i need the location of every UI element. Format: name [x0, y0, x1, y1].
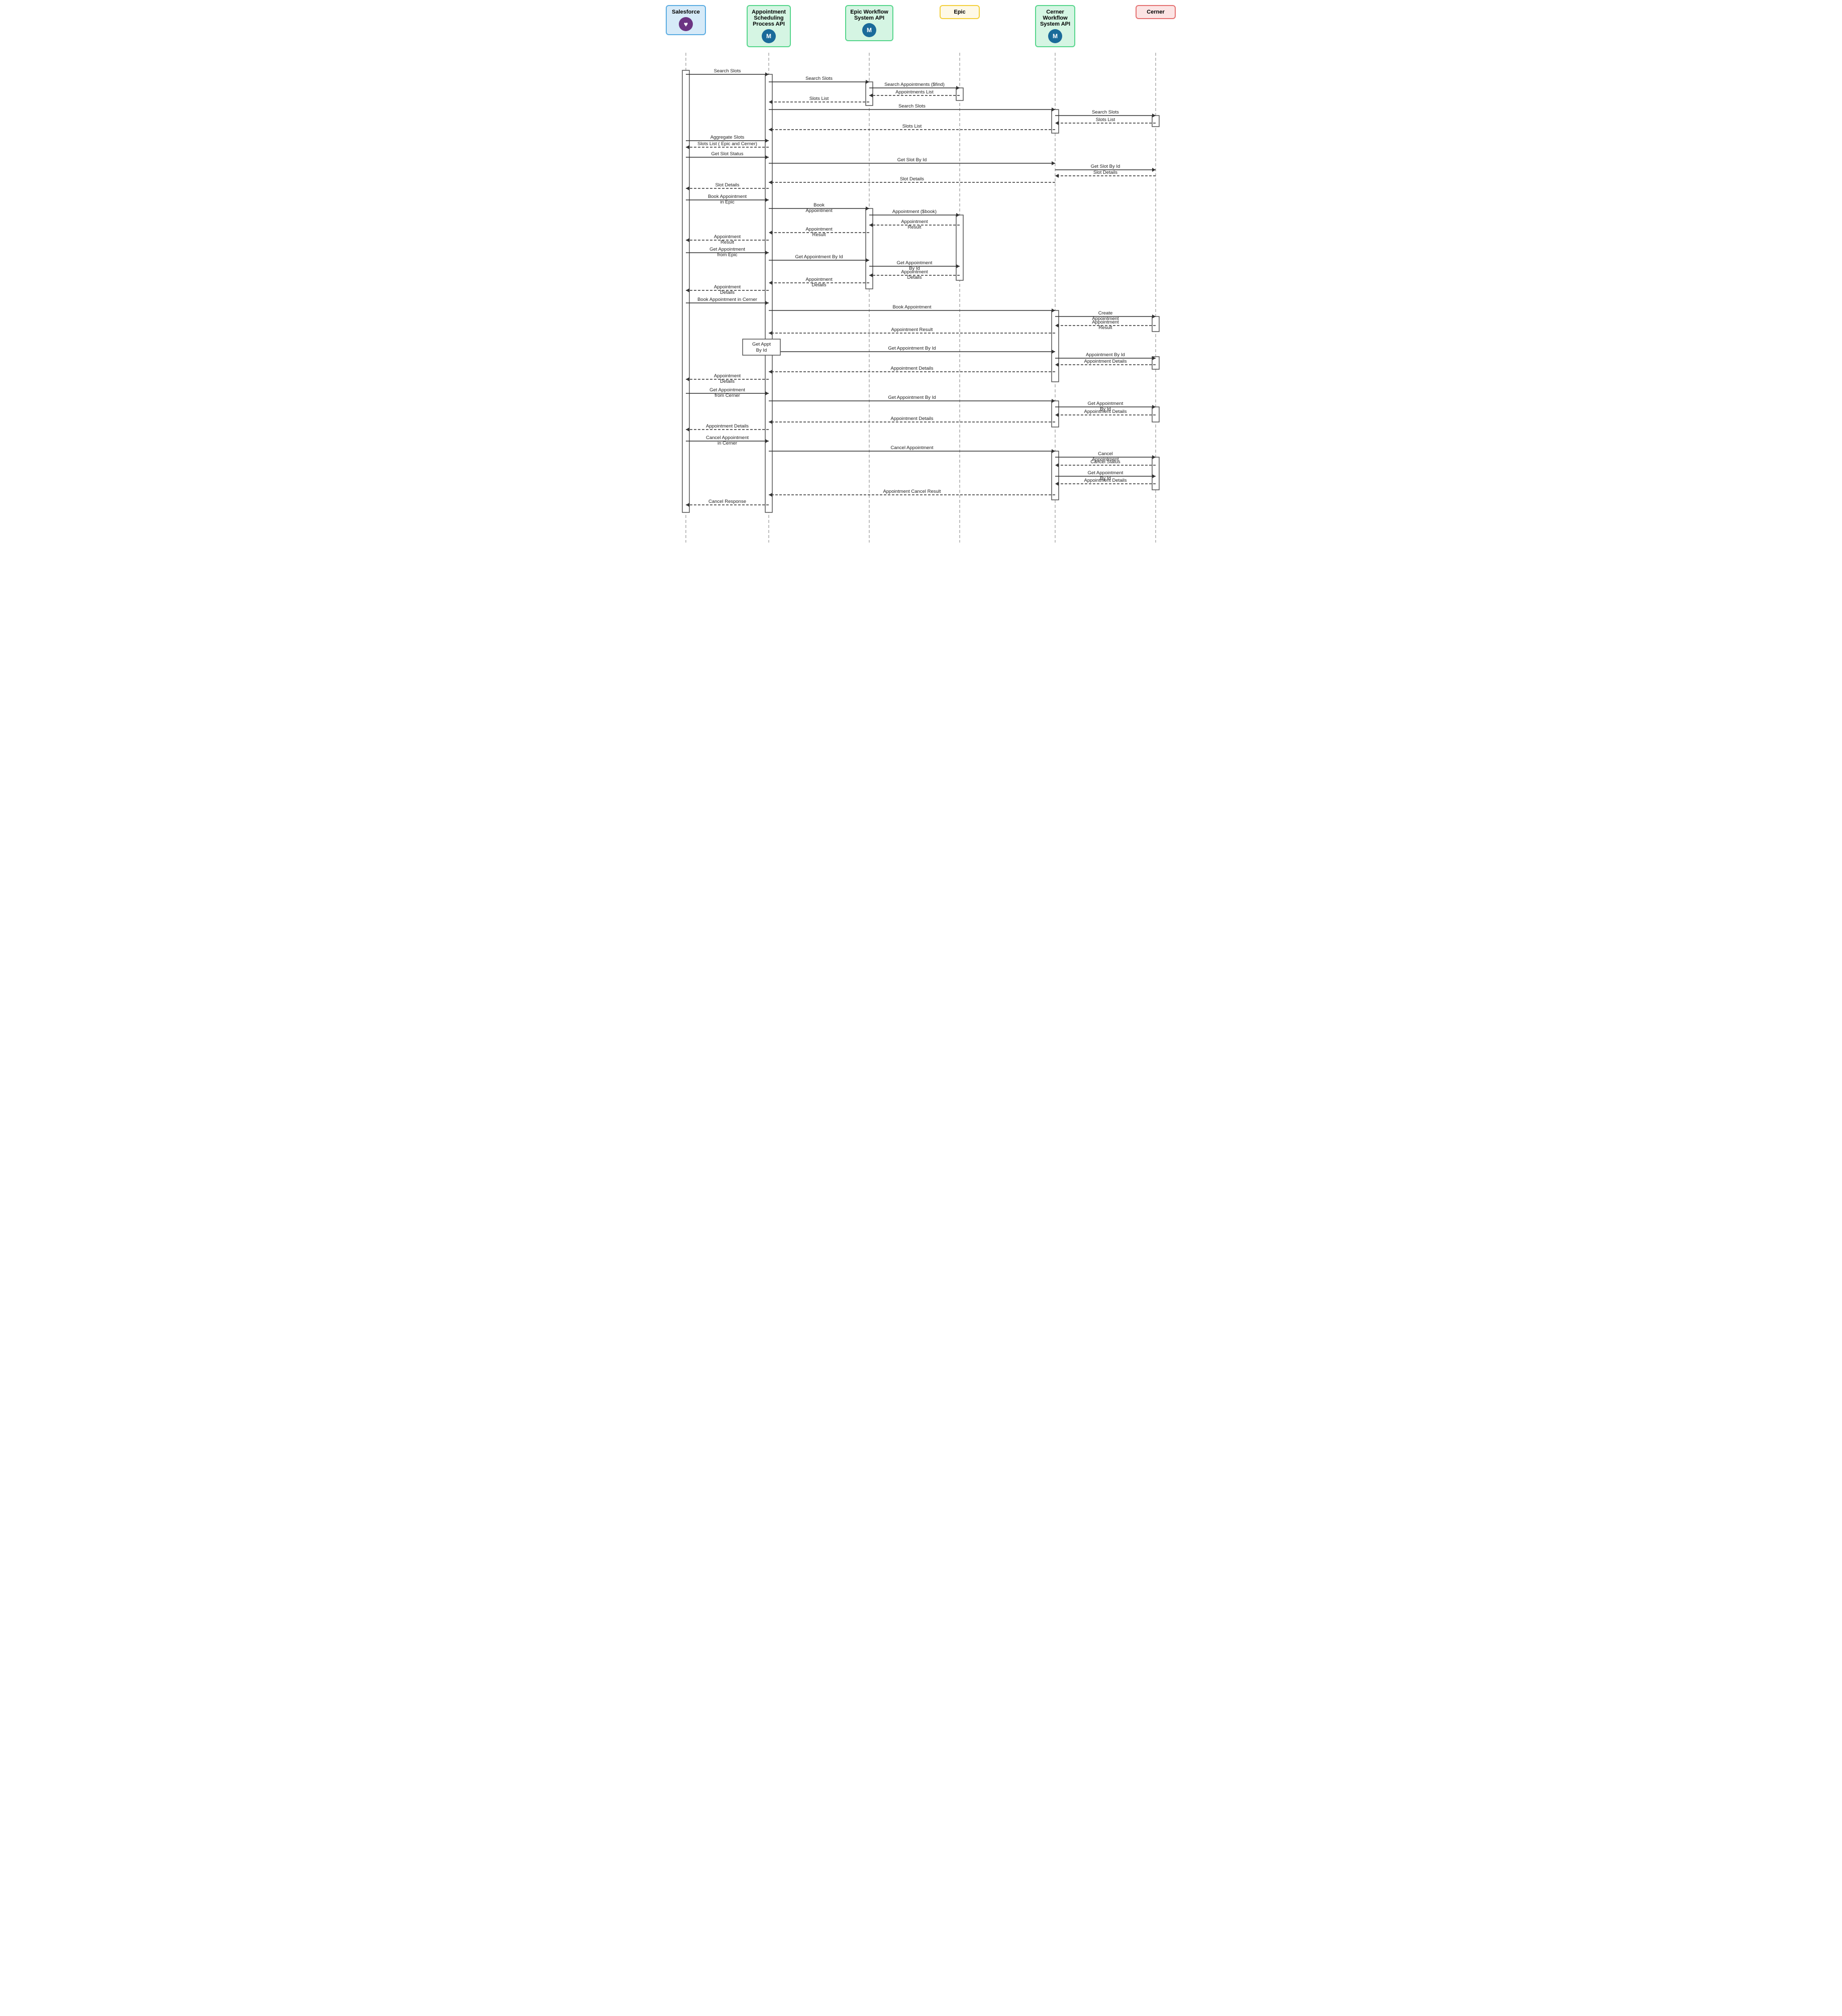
svg-text:Slots List: Slots List	[902, 124, 922, 129]
svg-layer: Search Slots Search Slots Search Appointme…	[645, 0, 1197, 553]
svg-text:Slot Details: Slot Details	[900, 176, 924, 182]
actor-label-sf: Salesforce♥	[666, 5, 706, 35]
svg-text:Appointments List: Appointments List	[895, 89, 934, 95]
svg-text:Slots List: Slots List	[809, 96, 829, 101]
svg-text:Slot Details: Slot Details	[715, 182, 739, 188]
actor-label-cerner: Cerner	[1136, 5, 1176, 19]
svg-text:Slots List ( Epic and Cerner): Slots List ( Epic and Cerner)	[697, 141, 757, 147]
actor-label-epic: Epic	[940, 5, 980, 19]
svg-text:Appointment Details: Appointment Details	[1084, 409, 1127, 414]
svg-text:Cancel Appointment: Cancel Appointment	[890, 445, 933, 451]
actor-label-cwa: Cerner Workflow System APIM	[1035, 5, 1075, 47]
svg-text:Get AppointmentBy Id: Get AppointmentBy Id	[1088, 401, 1123, 412]
actor-label-ewa: Epic Workflow System APIM	[845, 5, 893, 41]
actor-cwa: Cerner Workflow System APIM	[1030, 5, 1080, 47]
svg-text:Search Slots: Search Slots	[714, 68, 741, 74]
svg-text:Book Appointmentin Epic: Book Appointmentin Epic	[708, 194, 747, 205]
svg-text:Get Appointmentfrom Cerner: Get Appointmentfrom Cerner	[709, 387, 745, 398]
svg-text:CreateAppointment: CreateAppointment	[1092, 310, 1119, 322]
svg-text:AppointmentResult: AppointmentResult	[805, 227, 833, 238]
svg-text:Get Appointment By Id: Get Appointment By Id	[888, 395, 936, 400]
sequence-diagram: Search Slots Search Slots Search Appointme…	[645, 0, 1197, 553]
svg-text:Slots List: Slots List	[1096, 117, 1115, 123]
svg-text:CancelAppointment: CancelAppointment	[1092, 451, 1119, 462]
actor-epic: Epic	[935, 5, 985, 19]
svg-text:Appointment By Id: Appointment By Id	[1086, 352, 1125, 358]
svg-text:Slot Details: Slot Details	[1093, 170, 1117, 175]
svg-text:Search Slots: Search Slots	[1092, 110, 1119, 115]
svg-text:Appointment Cancel Result: Appointment Cancel Result	[883, 489, 941, 494]
svg-text:Appointment Details: Appointment Details	[706, 423, 749, 429]
actor-sf: Salesforce♥	[661, 5, 711, 35]
svg-text:Cancel Status: Cancel Status	[1090, 459, 1120, 465]
svg-text:By Id: By Id	[756, 348, 767, 353]
svg-text:Get Slot Status: Get Slot Status	[711, 151, 744, 157]
svg-text:Book Appointment in Cerner: Book Appointment in Cerner	[697, 297, 757, 302]
svg-text:Get Appointmentfrom Epic: Get Appointmentfrom Epic	[709, 247, 745, 258]
svg-text:Cancel Response: Cancel Response	[708, 499, 746, 504]
svg-text:AppointmentResult: AppointmentResult	[714, 234, 741, 245]
svg-text:Get Slot By Id: Get Slot By Id	[897, 157, 927, 163]
svg-text:Get Appointment By Id: Get Appointment By Id	[888, 346, 936, 351]
svg-text:AppointmentDetails: AppointmentDetails	[805, 277, 833, 288]
svg-text:AppointmentDetails: AppointmentDetails	[901, 269, 928, 280]
actor-ewa: Epic Workflow System APIM	[844, 5, 894, 41]
actor-label-asp: Appointment Scheduling Process APIM	[747, 5, 791, 47]
svg-text:Get Slot By Id: Get Slot By Id	[1091, 164, 1120, 169]
actor-icon-cwa: M	[1048, 29, 1062, 43]
svg-text:AppointmentDetails: AppointmentDetails	[714, 284, 741, 295]
svg-text:Aggregate Slots: Aggregate Slots	[710, 135, 745, 140]
svg-text:Appointment Details: Appointment Details	[890, 366, 933, 371]
svg-text:Appointment Details: Appointment Details	[1084, 359, 1127, 364]
svg-text:Appointment Details: Appointment Details	[890, 416, 933, 421]
svg-text:Search Slots: Search Slots	[898, 103, 926, 109]
svg-text:Search Appointments ($find): Search Appointments ($find)	[884, 82, 945, 87]
svg-text:Search Slots: Search Slots	[805, 76, 833, 81]
actor-cerner: Cerner	[1131, 5, 1181, 19]
svg-text:Cancel Appointmentin Cerner: Cancel Appointmentin Cerner	[706, 435, 749, 446]
svg-text:AppointmentResult: AppointmentResult	[1092, 320, 1119, 331]
svg-text:BookAppointment: BookAppointment	[805, 202, 833, 214]
svg-text:Get AppointmentBy Id: Get AppointmentBy Id	[1088, 470, 1123, 481]
svg-text:Appointment ($book): Appointment ($book)	[892, 209, 937, 215]
actor-icon-sf: ♥	[679, 17, 693, 31]
svg-text:Get Appointment By Id: Get Appointment By Id	[795, 254, 843, 260]
actor-asp: Appointment Scheduling Process APIM	[744, 5, 794, 47]
svg-text:Get AppointmentBy Id: Get AppointmentBy Id	[897, 260, 933, 271]
actor-icon-ewa: M	[862, 23, 876, 37]
actor-icon-asp: M	[762, 29, 776, 43]
svg-text:Get Appt: Get Appt	[752, 342, 771, 347]
svg-text:AppointmentResult: AppointmentResult	[901, 219, 928, 230]
svg-text:Book Appointment: Book Appointment	[892, 304, 931, 310]
svg-text:AppointmentDetails: AppointmentDetails	[714, 373, 741, 384]
svg-text:Appointment Result: Appointment Result	[891, 327, 933, 333]
svg-text:Appointment Details: Appointment Details	[1084, 478, 1127, 483]
